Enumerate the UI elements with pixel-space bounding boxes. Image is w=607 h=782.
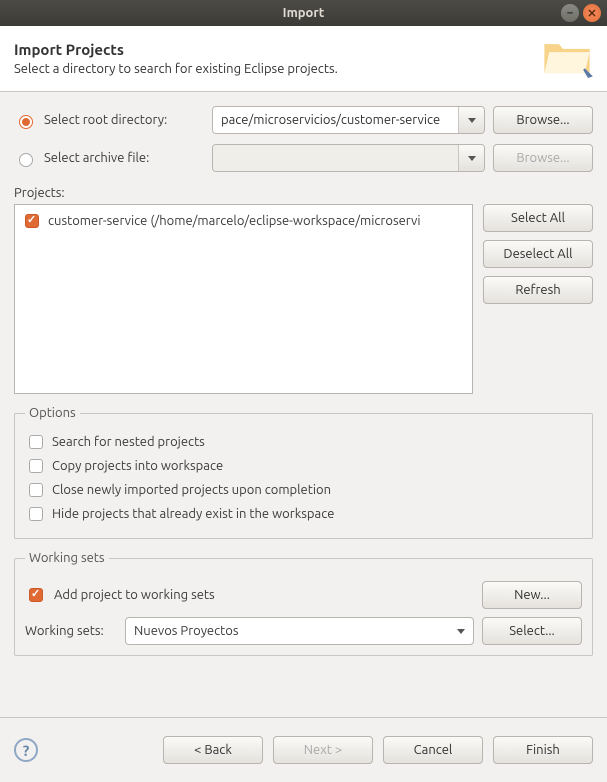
copy-workspace-checkbox[interactable] (29, 459, 43, 473)
options-group: Options Search for nested projects Copy … (14, 406, 593, 539)
projects-list[interactable]: customer-service (/home/marcelo/eclipse-… (14, 204, 473, 394)
chevron-down-icon (457, 629, 465, 634)
working-sets-value: Nuevos Proyectos (134, 624, 238, 638)
archive-file-input (213, 145, 458, 171)
list-item[interactable]: customer-service (/home/marcelo/eclipse-… (21, 211, 466, 231)
archive-file-radio[interactable] (19, 153, 33, 167)
archive-file-dropdown (458, 145, 484, 171)
minimize-button[interactable]: – (561, 4, 579, 22)
root-directory-radio[interactable] (19, 115, 33, 129)
page-subtitle: Select a directory to search for existin… (14, 62, 541, 76)
add-to-working-sets-checkbox[interactable] (29, 588, 43, 602)
hide-existing-label: Hide projects that already exist in the … (52, 507, 334, 521)
deselect-all-button[interactable]: Deselect All (483, 240, 593, 268)
titlebar: Import – ✕ (0, 0, 607, 26)
working-sets-label: Working sets: (25, 624, 117, 638)
add-to-working-sets-label: Add project to working sets (54, 588, 474, 602)
options-legend: Options (25, 406, 80, 420)
new-working-set-button[interactable]: New... (482, 581, 582, 609)
archive-file-label: Select archive file: (44, 151, 204, 165)
archive-file-combo (212, 144, 485, 172)
root-directory-input[interactable] (213, 107, 458, 133)
select-all-button[interactable]: Select All (483, 204, 593, 232)
close-imported-label: Close newly imported projects upon compl… (52, 483, 331, 497)
window-title: Import (283, 6, 325, 20)
root-browse-button[interactable]: Browse... (493, 106, 593, 134)
back-button[interactable]: < Back (163, 736, 263, 764)
cancel-button[interactable]: Cancel (383, 736, 483, 764)
copy-workspace-label: Copy projects into workspace (52, 459, 223, 473)
archive-browse-button: Browse... (493, 144, 593, 172)
close-button[interactable]: ✕ (583, 4, 601, 22)
root-directory-combo[interactable] (212, 106, 485, 134)
working-sets-legend: Working sets (25, 551, 109, 565)
page-title: Import Projects (14, 41, 541, 58)
refresh-button[interactable]: Refresh (483, 276, 593, 304)
close-imported-checkbox[interactable] (29, 483, 43, 497)
finish-button[interactable]: Finish (493, 736, 593, 764)
search-nested-label: Search for nested projects (52, 435, 205, 449)
projects-label: Projects: (14, 186, 593, 200)
dialog-header: Import Projects Select a directory to se… (0, 26, 607, 92)
project-label: customer-service (/home/marcelo/eclipse-… (48, 214, 420, 228)
next-button: Next > (273, 736, 373, 764)
search-nested-checkbox[interactable] (29, 435, 43, 449)
working-sets-select[interactable]: Nuevos Proyectos (125, 617, 474, 645)
import-folder-icon (541, 36, 593, 81)
dialog-footer: ? < Back Next > Cancel Finish (0, 717, 607, 782)
root-directory-label: Select root directory: (44, 113, 204, 127)
working-sets-group: Working sets Add project to working sets… (14, 551, 593, 656)
hide-existing-checkbox[interactable] (29, 507, 43, 521)
help-button[interactable]: ? (14, 738, 38, 762)
project-checkbox[interactable] (25, 214, 39, 228)
root-directory-dropdown[interactable] (458, 107, 484, 133)
select-working-set-button[interactable]: Select... (482, 617, 582, 645)
